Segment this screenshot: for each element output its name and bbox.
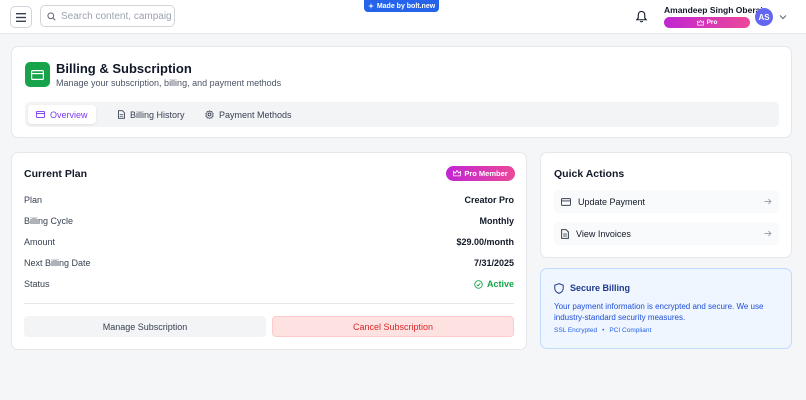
arrow-right-icon (764, 198, 772, 205)
avatar[interactable]: AS (755, 8, 773, 26)
sparkle-icon (367, 3, 374, 9)
next-billing-date-label: Next Billing Date (24, 258, 91, 268)
next-billing-date-value: 7/31/2025 (473, 258, 514, 268)
amount-value: $29.00/month (456, 237, 514, 247)
secure-billing-text: Your payment information is encrypted an… (554, 302, 764, 322)
security-tags: SSL Encrypted • PCI Compliant (554, 327, 651, 334)
amount-label: Amount (24, 237, 56, 247)
bell-icon[interactable] (635, 10, 648, 23)
pci-tag: PCI Compliant (609, 327, 652, 334)
quick-actions-card: Quick Actions Update Payment View Invoic… (540, 152, 792, 258)
tab-billing-history[interactable]: Billing History (110, 105, 193, 124)
billing-cycle-label: Billing Cycle (24, 216, 74, 226)
shield-icon (554, 283, 564, 294)
chevron-down-icon[interactable] (779, 13, 787, 21)
tab-payment-methods[interactable]: Payment Methods (197, 105, 300, 124)
status-label: Status (24, 279, 50, 289)
secure-billing-title: Secure Billing (570, 283, 631, 293)
bolt-badge-label: Made by bolt.new (376, 2, 436, 10)
crown-icon (453, 170, 462, 177)
tab-billing-history-label: Billing History (130, 109, 185, 120)
view-invoices-label: View Invoices (576, 228, 631, 239)
plan-label: Plan (24, 195, 43, 205)
status-value: Active (486, 279, 514, 289)
current-plan-title: Current Plan (24, 168, 88, 180)
credit-card-icon (561, 197, 571, 206)
divider (24, 303, 514, 304)
menu-button[interactable] (10, 6, 32, 28)
manage-subscription-button[interactable]: Manage Subscription (24, 316, 266, 337)
gear-icon (205, 110, 214, 119)
top-bar: Made by bolt.new Amandeep Singh Oberai P… (0, 0, 806, 34)
cancel-subscription-button[interactable]: Cancel Subscription (272, 316, 514, 337)
tag-separator: • (602, 327, 605, 334)
bolt-badge[interactable]: Made by bolt.new (364, 0, 439, 12)
search-icon (47, 11, 56, 21)
status-badge: Active (474, 279, 514, 289)
user-plan-label: Pro (706, 19, 718, 26)
hamburger-icon (16, 12, 26, 22)
document-icon (561, 228, 569, 239)
ssl-tag: SSL Encrypted (554, 327, 598, 334)
pro-member-badge: Pro Member (446, 166, 515, 181)
user-plan-badge: Pro (664, 17, 750, 28)
check-circle-icon (474, 279, 483, 289)
page-header-card: Billing & Subscription Manage your subsc… (11, 46, 792, 138)
tab-overview[interactable]: Overview (28, 105, 96, 124)
current-plan-card: Current Plan Pro Member Plan Creator Pro… (11, 152, 527, 350)
credit-card-icon (36, 111, 45, 118)
update-payment-button[interactable]: Update Payment (554, 190, 779, 213)
page-subtitle: Manage your subscription, billing, and p… (56, 78, 282, 88)
pro-member-label: Pro Member (464, 169, 508, 178)
quick-actions-title: Quick Actions (554, 168, 625, 180)
secure-billing-card: Secure Billing Your payment information … (540, 268, 792, 349)
billing-cycle-value: Monthly (479, 216, 515, 226)
arrow-right-icon (764, 230, 772, 237)
billing-logo (25, 62, 50, 87)
document-icon (118, 110, 125, 119)
search-input[interactable] (61, 10, 171, 22)
page-title: Billing & Subscription (56, 61, 192, 76)
tab-bar: Overview Billing History Payment Methods (25, 102, 779, 127)
user-name: Amandeep Singh Oberai (664, 5, 763, 15)
tab-overview-label: Overview (50, 109, 88, 120)
view-invoices-button[interactable]: View Invoices (554, 222, 779, 245)
crown-icon (696, 19, 704, 25)
tab-payment-methods-label: Payment Methods (219, 109, 292, 120)
plan-value: Creator Pro (464, 195, 514, 205)
credit-card-icon (31, 69, 44, 80)
search-box[interactable] (40, 5, 175, 27)
update-payment-label: Update Payment (578, 196, 646, 207)
